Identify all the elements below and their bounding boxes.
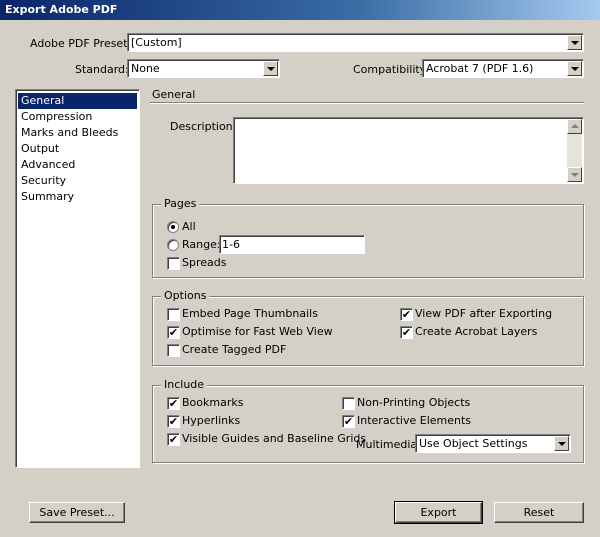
all-pages-label[interactable]: All: [182, 220, 196, 233]
options-title: Options: [161, 289, 210, 302]
chevron-down-icon[interactable]: [554, 436, 569, 451]
description-label: Description:: [170, 120, 237, 133]
create-tagged-checkbox[interactable]: [167, 344, 180, 357]
standard-label: Standard:: [75, 63, 129, 76]
guides-checkbox[interactable]: ✔: [167, 433, 180, 446]
description-scrollbar[interactable]: [567, 119, 582, 182]
checkmark-icon: ✔: [168, 326, 179, 339]
bookmarks-label[interactable]: Bookmarks: [182, 396, 243, 409]
create-tagged-label[interactable]: Create Tagged PDF: [182, 343, 286, 356]
all-pages-radio[interactable]: [167, 221, 179, 233]
standard-dropdown[interactable]: None: [127, 59, 280, 78]
checkmark-icon: ✔: [401, 308, 412, 321]
sidebar-item-summary[interactable]: Summary: [18, 189, 137, 205]
scroll-down-icon[interactable]: [567, 167, 582, 182]
interactive-elements-checkbox[interactable]: ✔: [342, 415, 355, 428]
view-after-export-checkbox[interactable]: ✔: [400, 308, 413, 321]
sidebar-item-general[interactable]: General: [18, 93, 137, 109]
multimedia-value: Use Object Settings: [419, 437, 528, 450]
range-input[interactable]: 1-6: [219, 235, 365, 254]
view-after-export-label[interactable]: View PDF after Exporting: [415, 307, 552, 320]
checkmark-icon: ✔: [168, 433, 179, 446]
export-button[interactable]: Export: [394, 501, 483, 524]
window-title: Export Adobe PDF: [0, 0, 600, 20]
hyperlinks-checkbox[interactable]: ✔: [167, 415, 180, 428]
sidebar-item-output[interactable]: Output: [18, 141, 137, 157]
preset-value: [Custom]: [131, 36, 182, 49]
compatibility-value: Acrobat 7 (PDF 1.6): [426, 62, 534, 75]
range-label[interactable]: Range:: [182, 238, 221, 251]
reset-button[interactable]: Reset: [494, 502, 584, 523]
chevron-down-icon[interactable]: [567, 61, 582, 76]
multimedia-dropdown[interactable]: Use Object Settings: [415, 434, 571, 453]
embed-thumbnails-label[interactable]: Embed Page Thumbnails: [182, 307, 318, 320]
options-group: Options Embed Page Thumbnails ✔ Optimise…: [152, 289, 584, 366]
preset-dropdown[interactable]: [Custom]: [127, 33, 584, 52]
optimise-web-checkbox[interactable]: ✔: [167, 326, 180, 339]
embed-thumbnails-checkbox[interactable]: [167, 308, 180, 321]
checkmark-icon: ✔: [343, 415, 354, 428]
acrobat-layers-checkbox[interactable]: ✔: [400, 326, 413, 339]
acrobat-layers-label[interactable]: Create Acrobat Layers: [415, 325, 537, 338]
bookmarks-checkbox[interactable]: ✔: [167, 397, 180, 410]
pages-title: Pages: [161, 197, 200, 210]
chevron-down-icon[interactable]: [567, 35, 582, 50]
multimedia-label: Multimedia:: [356, 438, 421, 451]
save-preset-button[interactable]: Save Preset...: [29, 502, 125, 523]
section-divider: [150, 102, 584, 104]
sidebar-item-compression[interactable]: Compression: [18, 109, 137, 125]
sidebar-item-advanced[interactable]: Advanced: [18, 157, 137, 173]
spreads-checkbox[interactable]: [167, 257, 180, 270]
compatibility-dropdown[interactable]: Acrobat 7 (PDF 1.6): [422, 59, 584, 78]
standard-value: None: [131, 62, 160, 75]
sidebar-item-marks-and-bleeds[interactable]: Marks and Bleeds: [18, 125, 137, 141]
include-title: Include: [161, 378, 208, 391]
non-printing-checkbox[interactable]: [342, 397, 355, 410]
hyperlinks-label[interactable]: Hyperlinks: [182, 414, 240, 427]
sidebar: General Compression Marks and Bleeds Out…: [15, 89, 140, 468]
range-radio[interactable]: [167, 239, 179, 251]
interactive-elements-label[interactable]: Interactive Elements: [357, 414, 471, 427]
preset-label: Adobe PDF Preset:: [30, 37, 132, 50]
pages-group: Pages All Range: 1-6 Spreads: [152, 197, 584, 278]
compatibility-label: Compatibility:: [353, 63, 430, 76]
checkmark-icon: ✔: [168, 415, 179, 428]
sidebar-item-security[interactable]: Security: [18, 173, 137, 189]
checkmark-icon: ✔: [168, 397, 179, 410]
checkmark-icon: ✔: [401, 326, 412, 339]
description-field[interactable]: [233, 117, 584, 184]
section-title: General: [152, 88, 196, 101]
non-printing-label[interactable]: Non-Printing Objects: [357, 396, 470, 409]
scroll-up-icon[interactable]: [567, 119, 582, 134]
optimise-web-label[interactable]: Optimise for Fast Web View: [182, 325, 333, 338]
guides-label[interactable]: Visible Guides and Baseline Grids: [182, 432, 366, 445]
include-group: Include ✔ Bookmarks ✔ Hyperlinks ✔ Visib…: [152, 378, 584, 463]
spreads-label[interactable]: Spreads: [182, 256, 226, 269]
chevron-down-icon[interactable]: [263, 61, 278, 76]
